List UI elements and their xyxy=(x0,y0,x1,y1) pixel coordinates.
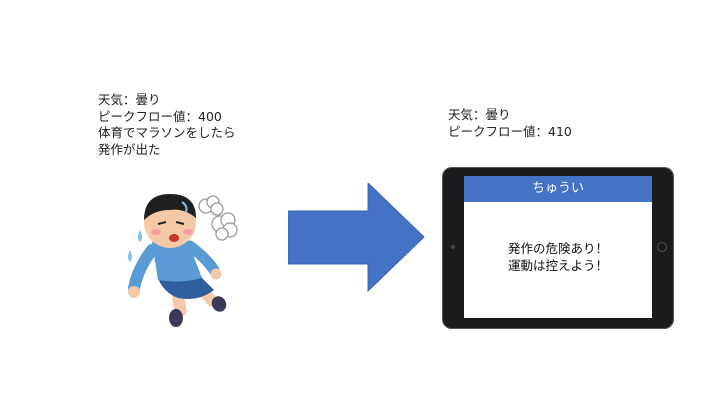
left-note-line: 発作が出た xyxy=(98,141,161,157)
right-note-line: ピークフロー値：410 xyxy=(448,123,572,139)
left-note-line: 天気：曇り xyxy=(98,92,161,107)
tablet-screen: ちゅうい 発作の危険あり！ 運動は控えよう！ xyxy=(464,176,652,318)
left-note-line: 体育でマラソンをしたら xyxy=(98,125,236,140)
right-note: 天気：曇り ピークフロー値：410 xyxy=(448,107,572,140)
warning-message-line: 運動は控えよう！ xyxy=(507,258,608,273)
warning-message-line: 発作の危険あり！ xyxy=(507,241,608,256)
collapsed-boy-illustration xyxy=(128,194,238,327)
home-button[interactable] xyxy=(657,242,667,252)
right-arrow-icon xyxy=(288,183,425,293)
breath-puff-icon xyxy=(198,195,238,241)
left-note-line: ピークフロー値：400 xyxy=(98,108,222,124)
right-note-line: 天気：曇り xyxy=(448,107,511,122)
tablet-device: ちゅうい 発作の危険あり！ 運動は控えよう！ xyxy=(442,167,674,329)
screen-body: 発作の危険あり！ 運動は控えよう！ xyxy=(464,202,652,318)
screen-header: ちゅうい xyxy=(464,176,652,202)
camera-icon xyxy=(451,245,455,249)
left-note: 天気：曇り ピークフロー値：400 体育でマラソンをしたら 発作が出た xyxy=(98,92,236,158)
